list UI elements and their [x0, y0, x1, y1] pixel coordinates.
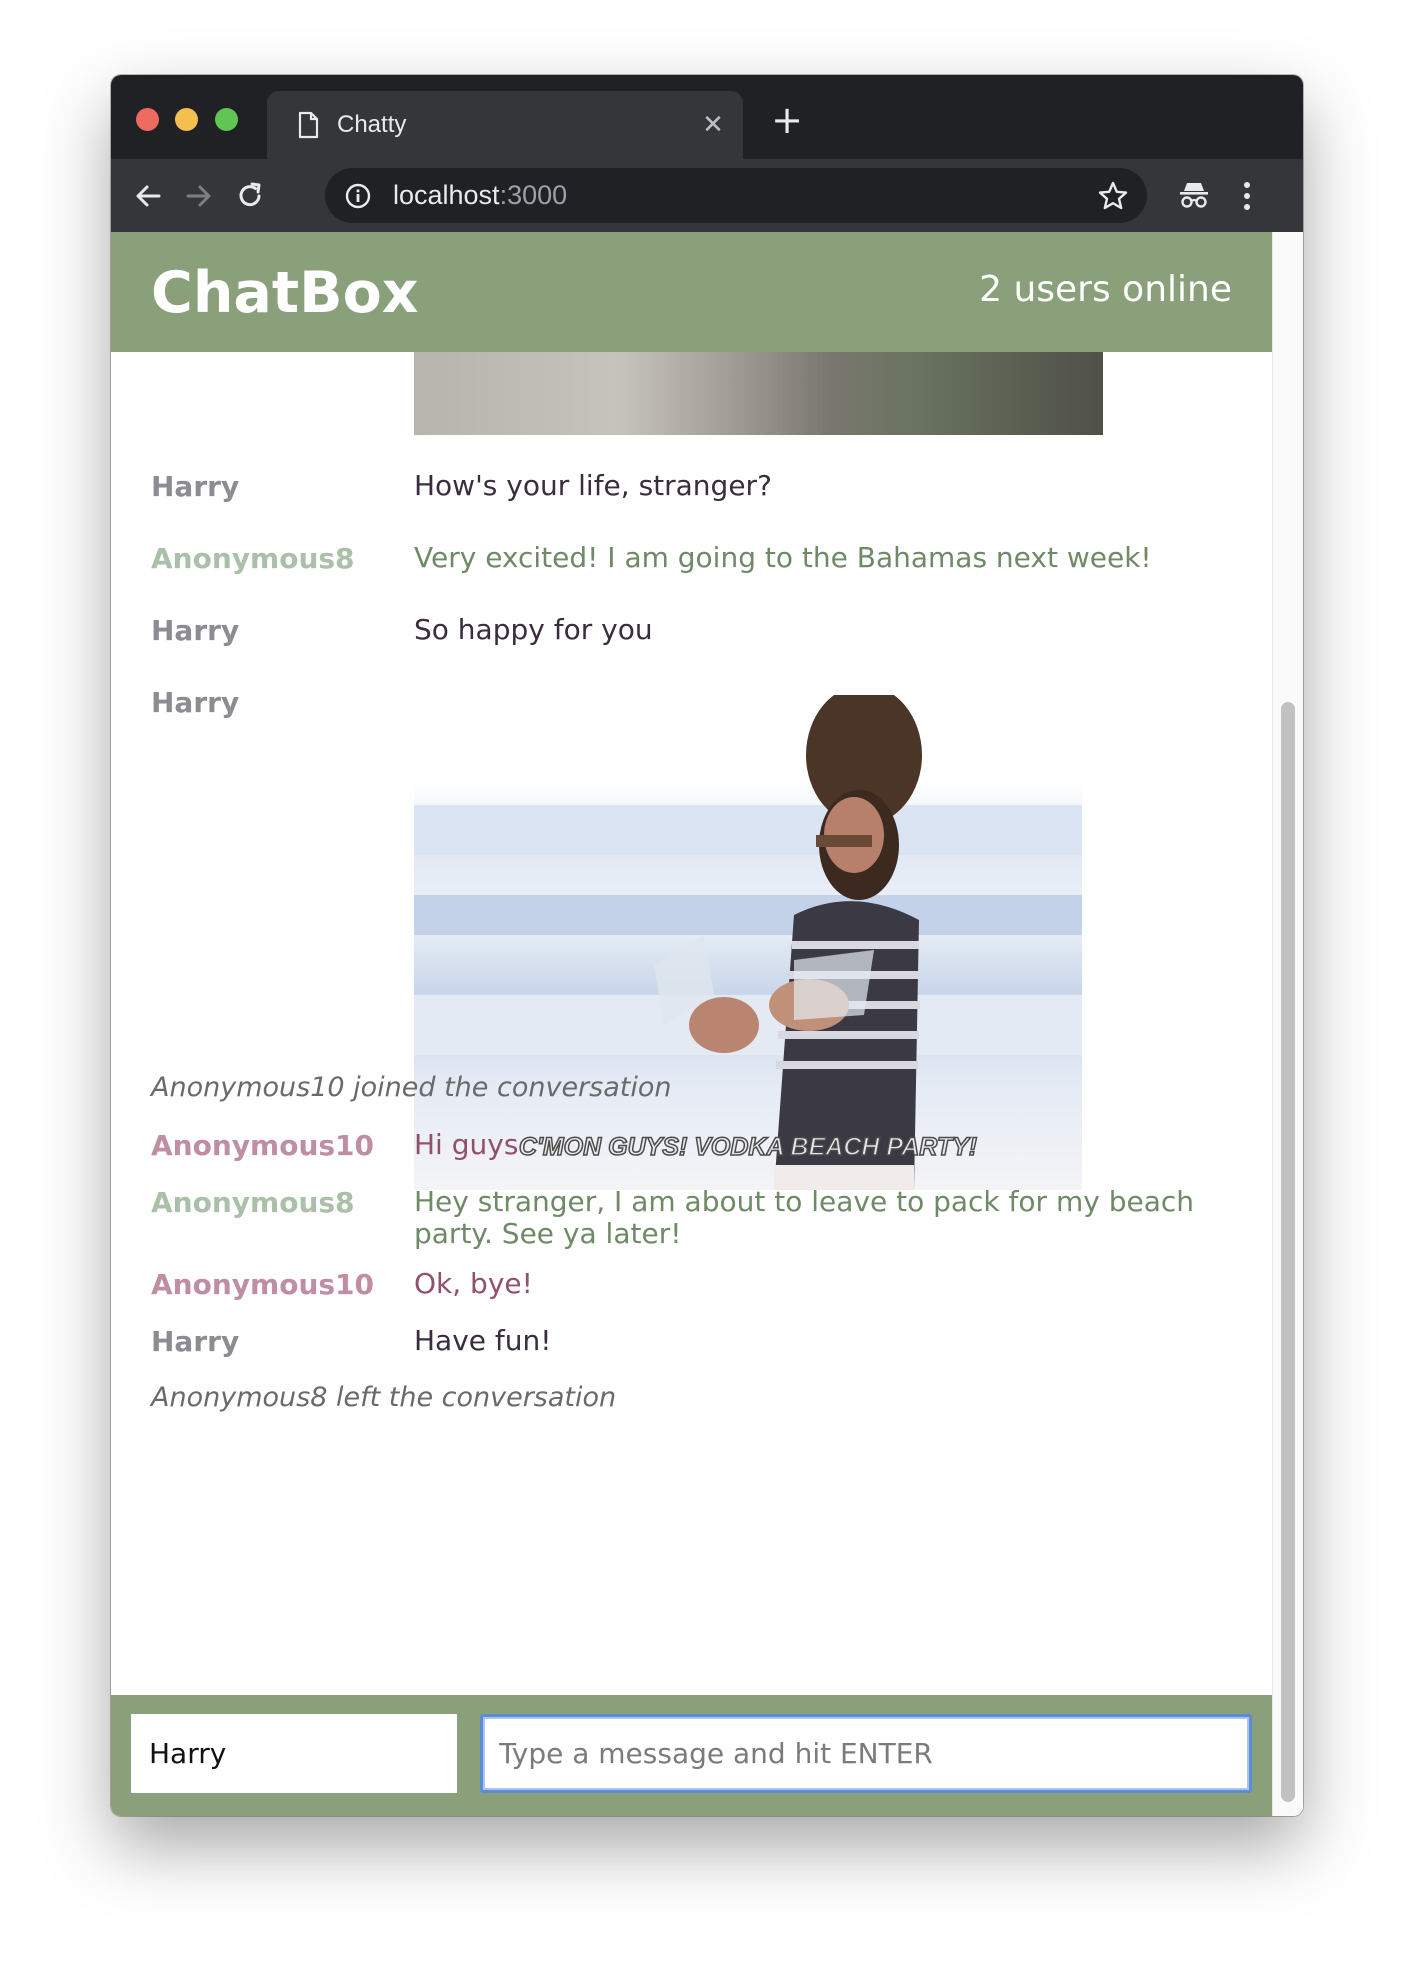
close-window-button[interactable]: [136, 108, 159, 131]
browser-toolbar: localhost:3000: [111, 159, 1303, 232]
message-content: How's your life, stranger?: [414, 469, 772, 502]
reload-icon[interactable]: [233, 179, 267, 213]
message-username: Harry: [151, 470, 240, 503]
chat-navbar: ChatBox 2 users online: [111, 232, 1272, 352]
message-content: Have fun!: [414, 1324, 552, 1357]
maximize-window-button[interactable]: [215, 108, 238, 131]
address-bar[interactable]: localhost:3000: [325, 168, 1147, 223]
info-icon[interactable]: [344, 182, 372, 210]
incognito-icon[interactable]: [1176, 177, 1212, 213]
message-content: Hey stranger, I am about to leave to pac…: [414, 1185, 1194, 1250]
system-message: Anonymous8 left the conversation: [151, 1382, 617, 1413]
message-content: Very excited! I am going to the Bahamas …: [414, 541, 1152, 574]
url-port: :3000: [499, 180, 568, 210]
users-online-count: 2 users online: [979, 269, 1232, 310]
forward-icon[interactable]: [182, 179, 216, 213]
page-viewport: ChatBox 2 users online Harry How's your …: [111, 232, 1303, 1816]
scrollbar-thumb[interactable]: [1281, 702, 1295, 1802]
scrollbar[interactable]: [1272, 232, 1303, 1816]
tab-title: Chatty: [337, 111, 407, 138]
message-input[interactable]: [480, 1714, 1252, 1793]
new-tab-icon[interactable]: +: [771, 101, 803, 139]
message-username: Anonymous8: [151, 542, 355, 575]
message-username: Anonymous10: [151, 1129, 375, 1162]
message-content: So happy for you: [414, 613, 653, 646]
message-list[interactable]: Harry How's your life, stranger? Anonymo…: [111, 352, 1272, 1695]
message-username: Anonymous10: [151, 1268, 375, 1301]
message-username: Harry: [151, 1325, 240, 1358]
brand-title: ChatBox: [151, 260, 419, 326]
message-username: Anonymous8: [151, 1186, 355, 1219]
close-tab-icon[interactable]: ✕: [701, 112, 725, 138]
message-content: Ok, bye!: [414, 1267, 533, 1300]
message-content: Hi guys: [414, 1128, 519, 1161]
previous-image-fragment: [414, 352, 1103, 435]
message-username: Harry: [151, 686, 240, 719]
beach-party-gif: C'MON GUYS! VODKA BEACH PARTY!: [414, 695, 1082, 1190]
tab-bar: Chatty ✕ +: [111, 75, 1303, 159]
tab-chatty[interactable]: Chatty ✕: [267, 91, 743, 159]
url-host: localhost: [393, 180, 500, 210]
browser-window: Chatty ✕ + localhost:3000 ChatBox 2 user…: [111, 75, 1303, 1816]
document-icon: [298, 111, 319, 139]
more-menu-icon[interactable]: [1241, 179, 1253, 213]
minimize-window-button[interactable]: [175, 108, 198, 131]
bookmark-star-icon[interactable]: [1097, 180, 1129, 212]
back-icon[interactable]: [131, 179, 165, 213]
gif-illustration: [414, 695, 1082, 1190]
url-text: localhost:3000: [393, 168, 567, 223]
system-message: Anonymous10 joined the conversation: [151, 1072, 672, 1103]
chat-composer: [111, 1695, 1272, 1816]
message-username: Harry: [151, 614, 240, 647]
username-field[interactable]: [131, 1714, 457, 1793]
